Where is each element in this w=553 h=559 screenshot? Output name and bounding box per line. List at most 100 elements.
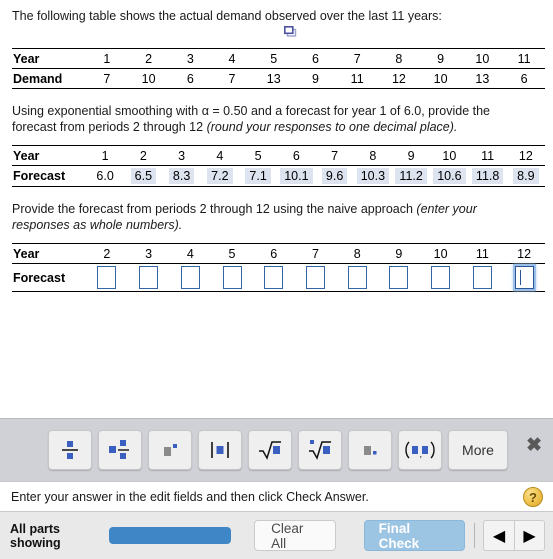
intro-text: The following table shows the actual dem… [12,9,442,23]
forecast-value-3: 8.3 [162,165,201,187]
square-root-button[interactable] [248,430,292,470]
fraction-icon [62,441,78,459]
more-button[interactable]: More [448,430,508,470]
nth-root-button[interactable] [298,430,342,470]
forecast-value-11: 11.8 [468,165,507,187]
forecast-cell-3: 8.3 [168,168,195,184]
naive-input-year-6[interactable] [264,266,284,289]
forecast-year-8: 8 [353,145,392,166]
demand-year-label: Year [12,48,86,69]
demand-value-8: 12 [378,68,420,89]
decimal-point-button[interactable] [348,430,392,470]
forecast-value-6: 10.1 [277,165,316,187]
forecast-value-9: 11.2 [392,165,431,187]
forecast-cell-11: 11.8 [471,168,504,184]
forecast-year-12: 12 [506,145,545,166]
demand-table: Year 1 2 3 4 5 6 7 8 9 10 11 Demand 7 10… [12,48,545,89]
naive-cell-10 [419,263,462,292]
demand-value-11: 6 [503,68,545,89]
naive-year-12: 12 [503,243,545,264]
popup-window-icon[interactable] [284,24,297,37]
forecast-table-header-row: Year 1 2 3 4 5 6 7 8 9 10 11 12 [12,145,545,166]
exponent-button[interactable] [148,430,192,470]
naive-input-year-3[interactable] [139,266,159,289]
footer-divider [474,523,475,548]
naive-input-year-5[interactable] [222,266,242,289]
absolute-value-button[interactable] [198,430,242,470]
part-b-line2: forecast from periods 2 through 12 [12,120,207,134]
naive-input-year-12[interactable] [514,266,534,289]
part-b-prompt: Using exponential smoothing with α = 0.5… [12,103,522,135]
naive-cell-12 [503,263,545,292]
naive-year-5: 5 [211,243,253,264]
fraction-button[interactable] [48,430,92,470]
absolute-value-icon [211,442,229,458]
forecast-cell-6: 10.1 [280,168,313,184]
part-b-line1: Using exponential smoothing with α = 0.5… [12,104,490,118]
naive-year-8: 8 [336,243,379,264]
forecast-value-7: 9.6 [315,165,354,187]
forecast-year-5: 5 [239,145,278,166]
clear-all-label: Clear All [271,520,304,551]
svg-text:,: , [420,449,423,459]
interval-notation-button[interactable]: , [398,430,442,470]
mixed-number-icon [109,440,129,459]
forecast-value-12: 8.9 [506,165,545,187]
naive-cell-9 [378,263,420,292]
exponent-icon [164,444,177,456]
naive-year-3: 3 [127,243,170,264]
demand-year-6: 6 [294,48,337,69]
forecast-year-1: 1 [86,145,125,166]
forecast-table: Year 1 2 3 4 5 6 7 8 9 10 11 12 Forecast… [12,145,545,187]
next-button[interactable]: ▶ [513,520,545,551]
naive-input-year-10[interactable] [431,266,451,289]
part-c-italic2: responses as whole numbers). [12,218,183,232]
forecast-year-label: Year [12,145,86,166]
naive-input-year-7[interactable] [305,266,325,289]
final-check-label: Final Check [378,520,420,551]
final-check-button[interactable]: Final Check [363,520,466,551]
demand-year-2: 2 [127,48,170,69]
clear-all-button[interactable]: Clear All [254,520,336,551]
demand-year-3: 3 [169,48,212,69]
exercise-window: The following table shows the actual dem… [0,0,553,559]
forecast-cell-5: 7.1 [245,168,271,184]
naive-year-6: 6 [252,243,295,264]
forecast-row-label: Forecast [12,165,86,187]
forecast-year-10: 10 [430,145,469,166]
naive-input-year-8[interactable] [347,266,367,289]
forecast-cell-2: 6.5 [130,168,157,184]
naive-year-11: 11 [461,243,504,264]
naive-input-year-11[interactable] [472,266,492,289]
demand-value-10: 13 [461,68,504,89]
forecast-cell-8: 10.3 [356,168,390,184]
forecast-year-6: 6 [277,145,316,166]
demand-value-4: 7 [211,68,253,89]
part-c-line1: Provide the forecast from periods 2 thro… [12,202,417,216]
demand-value-3: 6 [169,68,212,89]
mixed-number-button[interactable] [98,430,142,470]
naive-input-year-2[interactable] [97,266,117,289]
instruction-bar: Enter your answer in the edit fields and… [0,481,553,512]
previous-button[interactable]: ◀ [482,520,514,551]
forecast-year-9: 9 [392,145,431,166]
naive-cell-4 [169,263,212,292]
instruction-text: Enter your answer in the edit fields and… [11,489,369,504]
forecast-value-1: 6.0 [86,165,125,187]
demand-year-10: 10 [461,48,504,69]
forecast-table-value-row: Forecast 6.0 6.5 8.3 7.2 7.1 10.1 9.6 10… [12,165,545,187]
forecast-cell-4: 7.2 [207,168,233,184]
forecast-year-7: 7 [315,145,354,166]
demand-value-2: 10 [127,68,170,89]
question-content: The following table shows the actual dem… [0,0,553,418]
help-icon[interactable]: ? [523,487,543,507]
naive-input-year-9[interactable] [389,266,409,289]
demand-year-5: 5 [252,48,295,69]
naive-year-7: 7 [294,243,337,264]
naive-input-year-4[interactable] [180,266,200,289]
math-palette: , More ✖ [0,418,553,481]
close-icon[interactable]: ✖ [526,436,542,455]
demand-value-9: 10 [419,68,462,89]
demand-value-7: 11 [336,68,379,89]
forecast-cell-10: 10.6 [433,168,466,184]
